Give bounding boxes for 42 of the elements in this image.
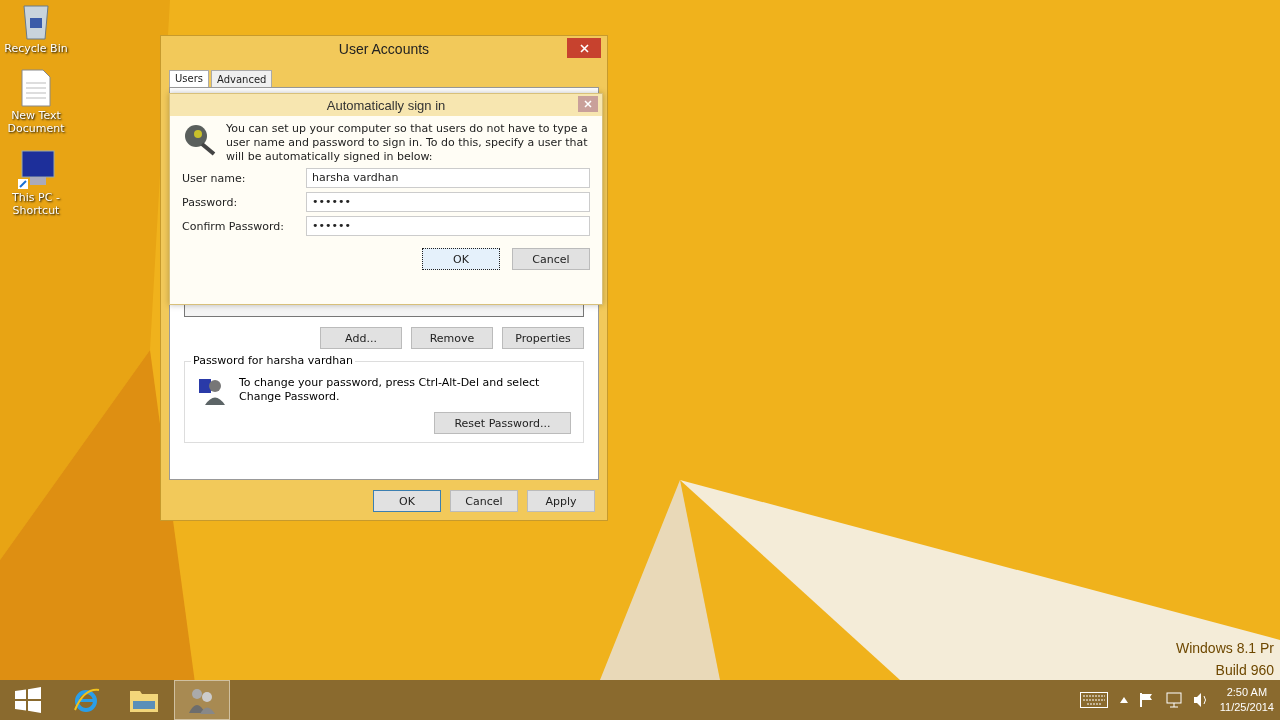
dialog-button[interactable]: Cancel xyxy=(450,490,518,512)
dialog-button[interactable]: Cancel xyxy=(512,248,590,270)
field-label: Confirm Password: xyxy=(182,219,285,233)
list-action-button[interactable]: Remove xyxy=(411,327,493,349)
chevron-up-icon[interactable] xyxy=(1119,697,1128,703)
users-icon xyxy=(197,376,227,406)
dialog-button[interactable]: OK xyxy=(422,248,500,270)
speaker-icon[interactable] xyxy=(1193,693,1208,707)
input-field[interactable]: •••••• xyxy=(306,216,590,236)
list-action-button[interactable]: Properties xyxy=(502,327,584,349)
document-icon[interactable] xyxy=(21,69,51,107)
dialog-button[interactable]: OK xyxy=(373,490,441,512)
edition-text: Windows 8.1 Pr xyxy=(1175,640,1274,656)
input-field[interactable]: harsha vardhan xyxy=(306,168,590,188)
close-icon xyxy=(579,43,589,53)
input-field[interactable]: •••••• xyxy=(306,192,590,212)
dialog-button[interactable]: Apply xyxy=(527,490,595,512)
keyboard-icon[interactable] xyxy=(1079,692,1108,708)
list-action-button[interactable]: Add... xyxy=(320,327,402,349)
tab[interactable]: Advanced xyxy=(211,70,273,87)
window-title: User Accounts xyxy=(338,41,430,57)
field-label: User name: xyxy=(182,171,247,185)
recycle-bin-icon[interactable] xyxy=(21,2,51,40)
field-label: Password: xyxy=(182,195,239,209)
clock-time[interactable]: 2:50 AM xyxy=(1226,685,1268,700)
taskbar-button[interactable] xyxy=(174,680,230,720)
close-icon xyxy=(584,100,592,108)
build-text: Build 960 xyxy=(1215,662,1274,678)
group-title: Password for harsha vardhan xyxy=(191,354,355,367)
start-icon xyxy=(15,687,41,713)
sign-in-instructions: You can set up your computer so that users do not have to type a user name and password to sign in. To do this, specify a user that will be automatically signed in below: xyxy=(226,122,589,164)
network-icon[interactable] xyxy=(1165,692,1182,708)
password-instructions: To change your password, press Ctrl-Alt-Del and select Change Password. xyxy=(239,376,541,404)
clock-date[interactable]: 11/25/2014 xyxy=(1219,700,1274,715)
monitor-icon[interactable] xyxy=(16,149,56,189)
close-button[interactable] xyxy=(578,96,598,112)
close-button[interactable] xyxy=(567,38,601,58)
dialog-title: Automatically sign in xyxy=(326,97,446,113)
reset-password-button[interactable]: Reset Password... xyxy=(434,412,571,434)
flag-icon[interactable] xyxy=(1139,693,1154,707)
browser-icon xyxy=(72,686,100,714)
tab[interactable]: Users xyxy=(169,70,209,87)
